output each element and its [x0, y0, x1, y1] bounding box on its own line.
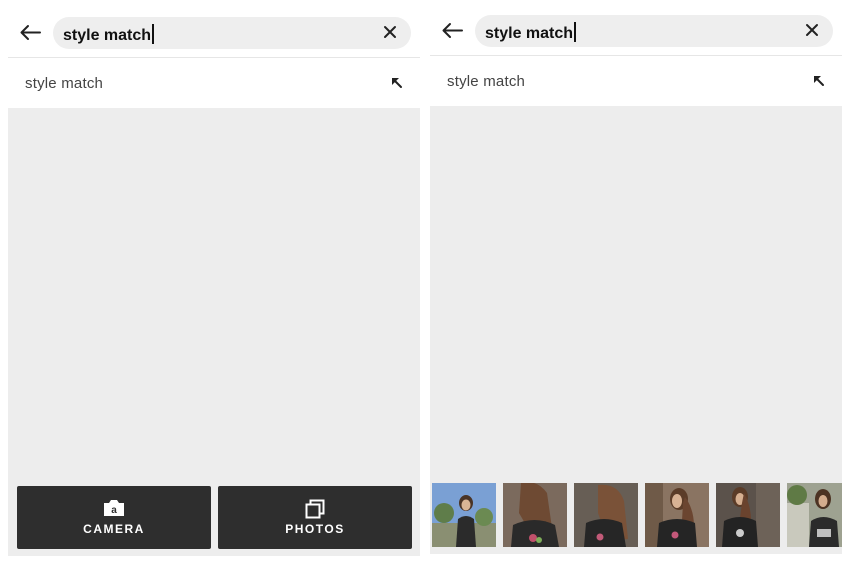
photo-thumb[interactable]	[503, 483, 567, 547]
photos-label: PHOTOS	[285, 522, 345, 536]
fill-query-button[interactable]	[812, 74, 826, 88]
back-arrow-icon	[442, 23, 463, 38]
suggestion-item[interactable]: style match	[430, 57, 842, 106]
photo-thumb[interactable]	[787, 483, 842, 547]
search-input[interactable]: style match	[475, 15, 833, 47]
arrow-up-left-icon	[814, 76, 824, 86]
photo-thumb[interactable]	[645, 483, 709, 547]
search-input[interactable]: style match	[53, 17, 411, 49]
back-button[interactable]	[438, 16, 468, 46]
search-query: style match	[63, 27, 152, 44]
camera-label: CAMERA	[83, 522, 145, 536]
camera-button[interactable]: a CAMERA	[17, 486, 211, 549]
suggestion-label: style match	[25, 75, 104, 92]
search-bar: style match	[430, 0, 842, 56]
close-icon	[384, 26, 396, 38]
suggestion-item[interactable]: style match	[8, 59, 420, 108]
camera-icon: a	[104, 500, 124, 516]
photo-image	[645, 483, 709, 547]
photo-image	[432, 483, 496, 547]
clear-search-button[interactable]	[383, 25, 397, 39]
photo-thumb[interactable]	[432, 483, 496, 547]
clear-search-button[interactable]	[805, 23, 819, 37]
screen-left: style match style match a CAMERA PHOTOS	[8, 0, 420, 556]
close-icon	[806, 24, 818, 36]
photos-button[interactable]: PHOTOS	[218, 486, 412, 549]
back-button[interactable]	[16, 18, 46, 48]
photos-icon	[305, 499, 325, 519]
svg-text:a: a	[111, 505, 117, 516]
photo-image	[787, 483, 842, 547]
text-cursor	[574, 22, 576, 42]
search-query: style match	[485, 25, 574, 42]
suggestion-label: style match	[447, 73, 526, 90]
text-cursor	[152, 24, 154, 44]
search-bar: style match	[8, 0, 420, 58]
photo-image	[716, 483, 780, 547]
fill-query-button[interactable]	[390, 76, 404, 90]
photo-image	[503, 483, 567, 547]
photo-strip[interactable]	[430, 483, 842, 547]
photo-image	[574, 483, 638, 547]
photo-thumb[interactable]	[574, 483, 638, 547]
arrow-up-left-icon	[392, 78, 402, 88]
photo-thumb[interactable]	[716, 483, 780, 547]
screen-right: style match style match	[430, 0, 842, 554]
back-arrow-icon	[20, 25, 41, 40]
